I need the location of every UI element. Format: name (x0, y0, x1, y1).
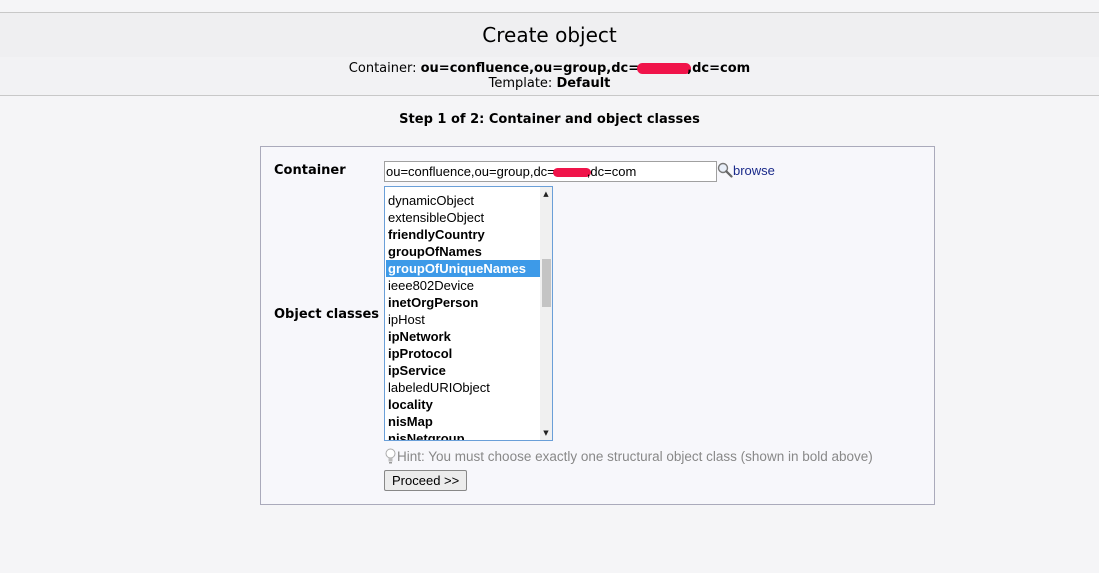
container-input[interactable]: ou=confluence,ou=group,dc= ,dc=com (384, 161, 717, 182)
container-info-value: ou=confluence,ou=group,dc=,dc=com (420, 61, 751, 76)
object-classes-listbox[interactable]: dynamicObject extensibleObject friendlyCou… (384, 186, 553, 441)
object-info-bar: Container: ou=confluence,ou=group,dc=,dc… (0, 57, 1099, 96)
object-class-option[interactable]: inetOrgPerson (386, 294, 540, 311)
create-object-form: Container ou=confluence,ou=group,dc= ,dc=… (260, 146, 935, 505)
object-class-option[interactable]: nisMap (386, 413, 540, 430)
object-class-option[interactable]: locality (386, 396, 540, 413)
object-class-option[interactable]: nisNetgroup (386, 430, 540, 440)
object-class-option[interactable]: ipProtocol (386, 345, 540, 362)
browse-link[interactable]: browse (733, 163, 775, 178)
object-class-option[interactable]: dynamicObject (386, 192, 540, 209)
object-class-option[interactable]: friendlyCountry (386, 226, 540, 243)
object-class-option[interactable]: groupOfUniqueNames (386, 260, 540, 277)
template-info-label: Template: (488, 76, 553, 91)
object-class-option[interactable]: labeledURIObject (386, 379, 540, 396)
hint-text: Hint: You must choose exactly one struct… (384, 448, 873, 464)
title-bar: Create object (0, 12, 1099, 58)
object-class-option[interactable]: extensibleObject (386, 209, 540, 226)
template-info: Template: Default (0, 76, 1099, 91)
template-info-value: Default (556, 76, 611, 91)
listbox-scrollbar[interactable]: ▲ ▼ (540, 187, 552, 440)
create-object-page: Create object Container: ou=confluence,o… (0, 0, 1099, 573)
proceed-button[interactable]: Proceed >> (384, 470, 468, 491)
scroll-down-arrow-icon[interactable]: ▼ (541, 428, 551, 438)
object-class-option[interactable]: ipHost (386, 311, 540, 328)
page-title: Create object (482, 23, 617, 47)
step-heading: Step 1 of 2: Container and object classe… (399, 112, 700, 127)
redaction-mark (637, 63, 692, 74)
lightbulb-icon (385, 448, 396, 464)
scroll-thumb[interactable] (542, 259, 551, 307)
object-classes-label: Object classes (274, 307, 380, 322)
scroll-up-arrow-icon[interactable]: ▲ (541, 189, 551, 199)
object-classes-list[interactable]: dynamicObject extensibleObject friendlyCou… (386, 192, 540, 440)
object-class-option[interactable]: ipService (386, 362, 540, 379)
container-info-label: Container: (348, 61, 417, 76)
object-class-option[interactable]: ipNetwork (386, 328, 540, 345)
object-class-option[interactable]: ieee802Device (386, 277, 540, 294)
magnifier-icon[interactable] (717, 162, 733, 178)
redaction-mark (552, 168, 591, 178)
container-info: Container: ou=confluence,ou=group,dc=,dc… (0, 61, 1099, 76)
container-label: Container (274, 163, 346, 178)
object-class-option[interactable]: groupOfNames (386, 243, 540, 260)
